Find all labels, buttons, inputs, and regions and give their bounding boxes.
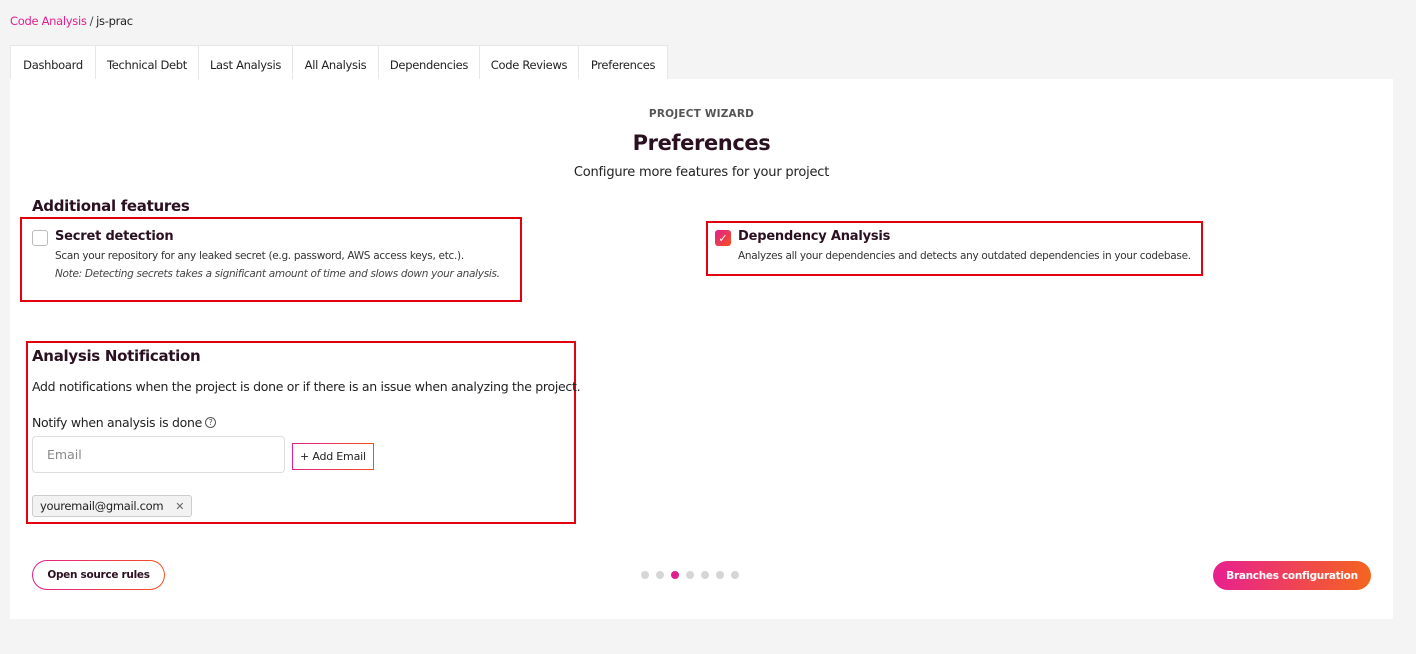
help-icon[interactable]: ? [205,417,216,428]
step-dot-7[interactable] [731,571,739,579]
step-dot-1[interactable] [641,571,649,579]
tab-preferences[interactable]: Preferences [579,45,668,79]
check-icon: ✓ [718,231,728,245]
breadcrumb-separator: / [89,14,94,28]
breadcrumb: Code Analysis / js-prac [10,14,133,28]
add-email-button[interactable]: + Add Email [292,443,374,470]
breadcrumb-link-code-analysis[interactable]: Code Analysis [10,14,87,28]
dependency-analysis-description: Analyzes all your dependencies and detec… [738,250,1191,262]
page-title: Preferences [632,131,771,155]
dependency-analysis-checkbox[interactable]: ✓ [715,230,731,246]
wizard-stepper [641,571,739,579]
dependency-analysis-title: Dependency Analysis [738,229,891,244]
step-dot-2[interactable] [656,571,664,579]
notify-label: Notify when analysis is done? [32,415,216,430]
tab-bar: Dashboard Technical Debt Last Analysis A… [10,45,668,79]
tab-dashboard[interactable]: Dashboard [10,45,96,79]
step-dot-5[interactable] [701,571,709,579]
tab-last-analysis[interactable]: Last Analysis [199,45,293,79]
tab-all-analysis[interactable]: All Analysis [293,45,379,79]
step-dot-3-current[interactable] [671,571,679,579]
email-chip-label: youremail@gmail.com [40,499,164,513]
secret-detection-title: Secret detection [55,229,174,244]
tab-technical-debt[interactable]: Technical Debt [96,45,199,79]
page-subtitle: Configure more features for your project [573,165,830,180]
email-input[interactable] [32,436,285,473]
wizard-card: PROJECT WIZARD Preferences Configure mor… [10,79,1393,619]
notify-label-text: Notify when analysis is done [32,415,202,430]
additional-features-heading: Additional features [32,197,190,215]
secret-detection-checkbox[interactable] [32,230,48,246]
wizard-eyebrow: PROJECT WIZARD [648,108,755,120]
open-source-rules-button[interactable]: Open source rules [32,560,165,590]
branches-configuration-button[interactable]: Branches configuration [1213,561,1371,590]
remove-email-icon[interactable]: ✕ [175,500,184,513]
analysis-notification-heading: Analysis Notification [32,347,201,365]
analysis-notification-description: Add notifications when the project is do… [32,379,581,394]
email-chip: youremail@gmail.com ✕ [32,495,193,517]
tab-dependencies[interactable]: Dependencies [379,45,480,79]
secret-detection-description: Scan your repository for any leaked secr… [55,250,464,262]
step-dot-4[interactable] [686,571,694,579]
secret-detection-note: Note: Detecting secrets takes a signific… [55,268,500,280]
step-dot-6[interactable] [716,571,724,579]
tab-code-reviews[interactable]: Code Reviews [480,45,579,79]
breadcrumb-current: js-prac [96,14,133,28]
